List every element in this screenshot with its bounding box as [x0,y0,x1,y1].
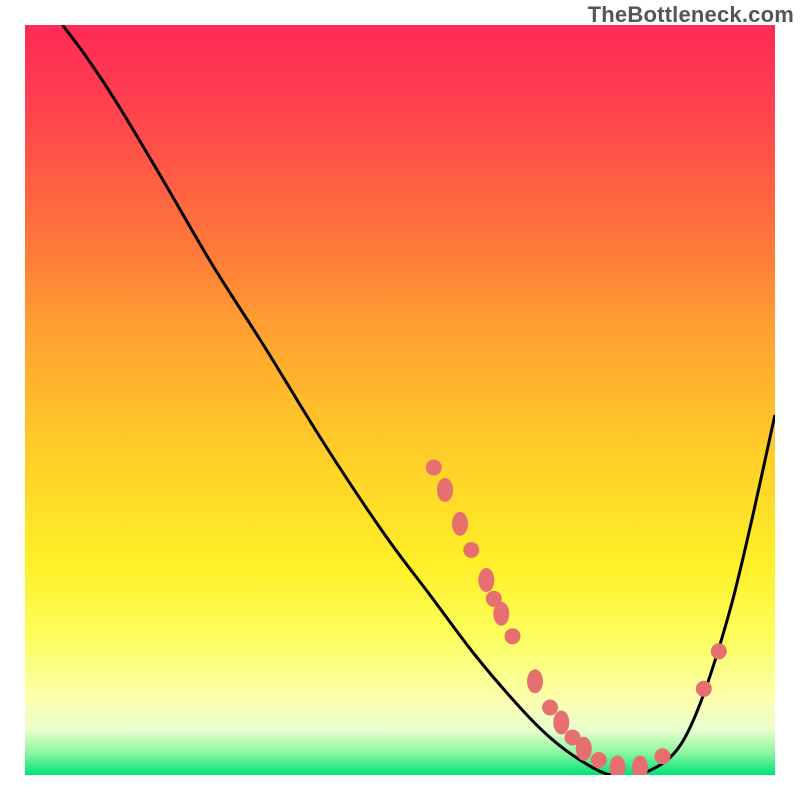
data-marker [655,748,671,764]
data-marker [426,460,442,476]
data-marker [711,643,727,659]
chart-overlay [25,25,775,775]
marker-group [426,460,727,776]
chart-container: TheBottleneck.com [0,0,800,800]
bottleneck-curve [63,25,776,775]
data-marker [696,681,712,697]
data-marker [610,756,626,776]
data-marker [553,711,569,735]
data-marker [478,568,494,592]
plot-area [25,25,775,775]
data-marker [632,756,648,776]
data-marker [452,512,468,536]
data-marker [576,737,592,761]
data-marker [463,542,479,558]
data-marker [591,752,607,768]
data-marker [527,669,543,693]
data-marker [505,628,521,644]
data-marker [493,602,509,626]
data-marker [437,478,453,502]
data-marker [542,700,558,716]
watermark-text: TheBottleneck.com [588,2,794,28]
